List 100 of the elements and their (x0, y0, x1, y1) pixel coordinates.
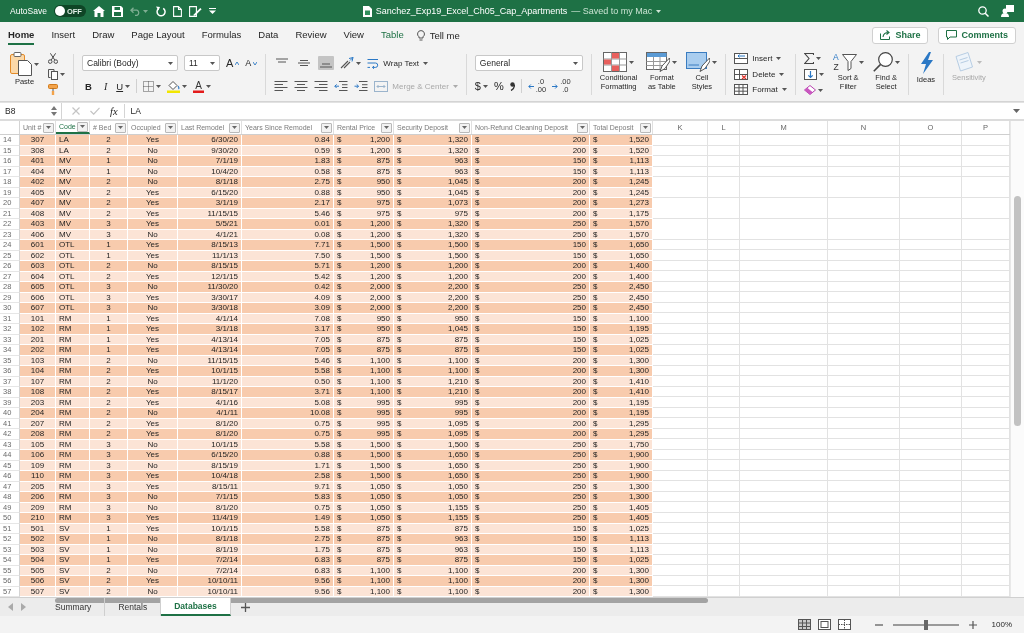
caret-icon[interactable] (712, 60, 718, 64)
ribbon-tab[interactable]: Insert (51, 25, 76, 45)
add-sheet-icon[interactable] (240, 602, 250, 612)
italic-button[interactable]: I (100, 80, 111, 92)
comma-style-icon[interactable] (509, 81, 515, 91)
insert-cells-button[interactable]: Insert (734, 53, 787, 64)
caret-icon[interactable] (817, 88, 823, 92)
caret-icon[interactable] (781, 88, 787, 91)
edit-document-icon[interactable] (188, 5, 202, 17)
fill-down-icon[interactable] (803, 69, 817, 80)
comments-button[interactable]: Comments (938, 26, 1016, 44)
caret-icon[interactable] (776, 57, 782, 60)
caret-icon[interactable] (34, 62, 39, 66)
ribbon-tab[interactable]: Data (258, 25, 279, 45)
caret-icon[interactable] (168, 61, 173, 65)
accounting-format-button[interactable]: $ (474, 80, 488, 92)
percent-style-button[interactable]: % (493, 80, 504, 92)
caret-icon[interactable] (779, 72, 785, 76)
zoom-out-icon[interactable] (874, 623, 883, 626)
spinner-icon[interactable] (51, 106, 57, 116)
table-cell: 2 (90, 387, 128, 398)
document-icon (362, 5, 372, 17)
align-bottom-icon[interactable] (318, 56, 335, 70)
scissors-icon[interactable] (48, 53, 58, 64)
caret-icon[interactable] (894, 60, 900, 64)
caret-icon[interactable] (656, 9, 662, 13)
format-cells-button[interactable]: Format (734, 84, 787, 95)
home-icon[interactable] (92, 5, 105, 17)
caret-icon[interactable] (125, 84, 131, 88)
font-name-dropdown[interactable]: Calibri (Body) (82, 55, 178, 71)
filter-button[interactable] (640, 122, 651, 133)
caret-icon[interactable] (60, 72, 65, 76)
ribbon-tab[interactable]: Draw (92, 25, 115, 45)
person-icon[interactable] (1001, 5, 1014, 17)
number-format-dropdown[interactable]: General (474, 55, 583, 71)
wrap-text-button[interactable]: Wrap Text (367, 57, 429, 69)
ribbon-tab[interactable]: View (343, 25, 364, 45)
decrease-indent-icon[interactable] (334, 81, 349, 91)
align-right-icon[interactable] (314, 81, 329, 91)
caret-icon[interactable] (818, 73, 824, 76)
bold-button[interactable]: B (82, 80, 95, 92)
caret-icon[interactable] (672, 60, 678, 64)
caret-icon[interactable] (423, 61, 429, 65)
decrease-font-size-button[interactable]: A (245, 58, 258, 68)
zoom-in-icon[interactable] (968, 620, 977, 629)
copy-icon[interactable] (48, 68, 58, 80)
ribbon-tab[interactable]: Table (380, 25, 404, 45)
share-button[interactable]: Share (872, 26, 929, 44)
expand-caret-icon[interactable] (1013, 109, 1020, 113)
align-left-icon[interactable] (274, 81, 289, 91)
filter-button[interactable] (321, 122, 332, 133)
normal-view-icon[interactable] (797, 619, 811, 630)
name-box[interactable]: B8 (0, 103, 62, 119)
fill-color-icon[interactable] (167, 79, 181, 93)
font-size-dropdown[interactable]: 11 (184, 55, 220, 71)
tell-me-button[interactable]: Tell me (416, 29, 460, 41)
caret-icon[interactable] (156, 84, 162, 88)
caret-icon[interactable] (572, 61, 578, 65)
filter-button[interactable] (577, 122, 588, 133)
zoom-slider-thumb[interactable] (923, 619, 928, 630)
formula-field[interactable]: LA (130, 103, 1003, 119)
filter-button[interactable] (77, 121, 88, 132)
sum-icon[interactable] (803, 53, 814, 64)
text-orientation-icon[interactable] (340, 57, 355, 69)
align-center-icon[interactable] (294, 81, 309, 91)
filter-button[interactable] (381, 122, 392, 133)
filter-button[interactable] (43, 122, 54, 133)
scrollbar-thumb[interactable] (1014, 196, 1021, 426)
new-document-icon[interactable] (172, 5, 182, 17)
redo-icon[interactable] (154, 5, 166, 17)
filter-button[interactable] (459, 122, 470, 133)
filter-button[interactable] (165, 122, 176, 133)
filter-button[interactable] (229, 122, 240, 133)
insert-function-button[interactable]: fx (110, 104, 125, 118)
eraser-icon[interactable] (803, 85, 816, 95)
ribbon-tab[interactable]: Formulas (201, 25, 242, 45)
caret-icon[interactable] (858, 60, 864, 64)
caret-icon[interactable] (206, 84, 212, 88)
ribbon-tab[interactable]: Review (295, 25, 327, 45)
filter-button[interactable] (115, 122, 126, 133)
ribbon-tab[interactable]: Page Layout (131, 25, 185, 45)
page-layout-view-icon[interactable] (817, 619, 831, 630)
save-icon[interactable] (111, 5, 123, 17)
caret-icon[interactable] (182, 84, 188, 88)
increase-font-size-button[interactable]: A (226, 57, 240, 69)
increase-indent-icon[interactable] (354, 81, 369, 91)
caret-icon[interactable] (356, 61, 362, 65)
delete-cells-button[interactable]: Delete (734, 68, 787, 80)
underline-button[interactable]: U (116, 80, 131, 92)
caret-icon[interactable] (815, 57, 821, 60)
paintbrush-icon[interactable] (48, 84, 58, 95)
search-icon[interactable] (978, 5, 989, 17)
caret-icon[interactable] (629, 60, 635, 64)
caret-icon[interactable] (482, 84, 488, 88)
page-break-view-icon[interactable] (837, 619, 851, 630)
ribbon-tab[interactable]: Home (8, 25, 35, 45)
caret-icon[interactable] (210, 61, 215, 65)
customize-toolbar-icon[interactable] (208, 8, 216, 14)
sheet-tab[interactable]: Databases (161, 598, 231, 616)
empty-cell-grid[interactable] (653, 135, 1010, 597)
